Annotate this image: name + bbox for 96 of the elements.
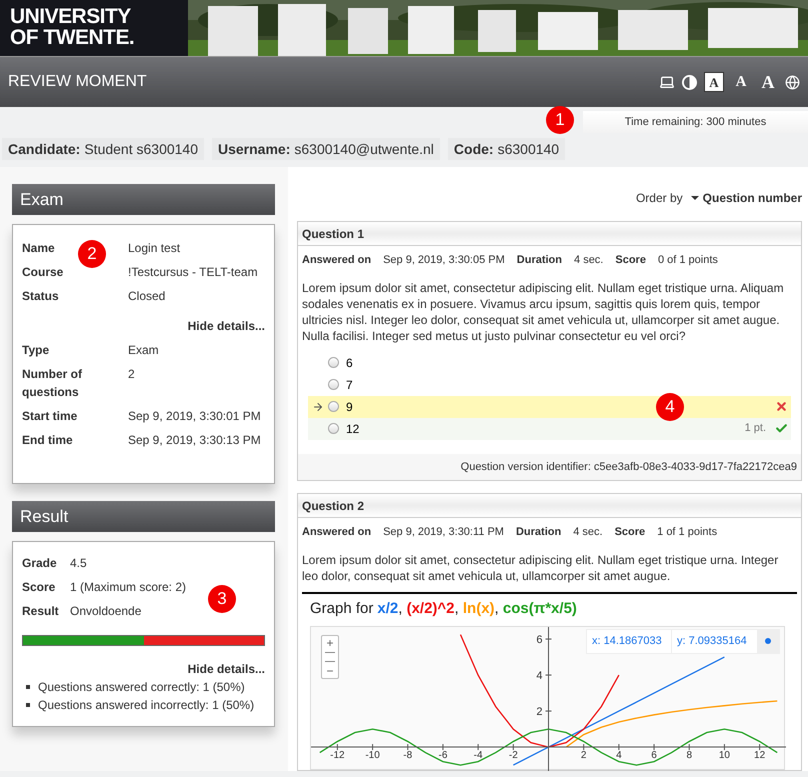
x-tick-label: -8: [403, 750, 413, 762]
cross-icon: [775, 400, 788, 413]
meta-value: 4 sec.: [573, 525, 603, 540]
hide-details-link[interactable]: Hide details...: [188, 319, 265, 333]
meta-value: Sep 9, 2019, 3:30:11 PM: [383, 525, 504, 540]
detail-value: 4.5: [70, 555, 88, 572]
meta-label: Answered on: [302, 525, 372, 540]
info-label: Username:: [218, 140, 290, 158]
bullet-icon: [26, 703, 30, 707]
globe-icon[interactable]: [785, 74, 800, 90]
option-label: 12: [346, 420, 360, 438]
meta-label: Score: [615, 253, 646, 268]
graph-title: Graph for x/2, (x/2)^2, ln(x), cos(π*x/5): [310, 598, 578, 618]
radio-button[interactable]: [328, 379, 339, 390]
x-tick-label: 8: [686, 750, 692, 762]
detail-label: Score: [22, 580, 56, 594]
info-value: s6300140: [498, 140, 560, 158]
zoom-out-button[interactable]: −: [322, 664, 338, 678]
callout-marker: 1: [546, 106, 574, 134]
university-logo: UNIVERSITY OF TWENTE.: [0, 0, 188, 56]
detail-value: Exam: [128, 342, 160, 359]
x-tick-label: 2: [580, 750, 587, 762]
zoom-in-button[interactable]: +: [322, 636, 338, 650]
meta-value: 1 of 1 points: [657, 525, 718, 540]
option-label: 6: [346, 354, 353, 372]
meta-label: Score: [614, 525, 646, 540]
panel-header: Exam: [12, 184, 275, 215]
detail-label: Type: [22, 343, 50, 357]
time-remaining: Time remaining: 300 minutes: [583, 111, 808, 133]
points-label: 1 pt.: [744, 421, 766, 436]
caret-icon: [690, 196, 699, 200]
detail-label: Result: [22, 604, 59, 618]
detail-label: Start time: [22, 409, 78, 423]
detail-label: Number of questions: [22, 367, 82, 399]
detail-value: 1 (Maximum score: 2): [70, 579, 188, 596]
meta-value: Sep 9, 2019, 3:30:05 PM: [383, 253, 505, 268]
detail-value: Closed: [128, 288, 166, 305]
bullet-icon: [26, 685, 30, 689]
arrow-icon: [312, 400, 324, 412]
y-tick-label: 6: [536, 634, 542, 646]
version-identifier: Question version identifier: c5ee3afb-08e3-4033-9d17-7fa22172cea9: [298, 454, 801, 480]
meta-value: 4 sec.: [574, 253, 604, 268]
y-coordinate: y: 7.09335164: [676, 634, 748, 649]
question-title: Question 2: [298, 494, 801, 518]
font-size-button[interactable]: A: [731, 72, 751, 92]
meta-label: Duration: [516, 253, 562, 268]
order-by-dropdown[interactable]: Question number: [690, 189, 802, 207]
option-label: 7: [346, 376, 353, 394]
detail-value: Sep 9, 2019, 3:30:01 PM: [128, 408, 262, 425]
y-tick-label: 2: [536, 706, 542, 718]
order-by-label: Order by: [636, 190, 683, 207]
x-tick-label: 12: [754, 750, 766, 762]
option-label: 9: [346, 398, 353, 416]
meta-label: Duration: [516, 525, 562, 540]
meta-label: Answered on: [302, 253, 372, 268]
contrast-icon[interactable]: [682, 74, 697, 90]
meta-value: 0 of 1 points: [658, 253, 718, 268]
check-icon: [775, 422, 788, 435]
y-tick-label: 4: [536, 670, 542, 682]
question-text: Lorem ipsum dolor sit amet, consectetur adipiscing elit. Nullam eget tristique urna. Integer leo dolor, consequat sit amet vehicula ut, ullamcorper sit amet augue.: [302, 552, 780, 584]
result-summary: Questions answered incorrectly: 1 (50%): [38, 697, 254, 714]
font-size-button[interactable]: A: [704, 72, 724, 92]
detail-label: Grade: [22, 556, 57, 570]
detail-value: Onvoldoende: [70, 603, 142, 620]
x-tick-label: -10: [365, 750, 380, 762]
laptop-icon[interactable]: [659, 74, 675, 90]
result-summary: Questions answered correctly: 1 (50%): [38, 679, 245, 696]
x-tick-label: -6: [438, 750, 448, 762]
page-title: REVIEW MOMENT: [8, 72, 148, 92]
x-tick-label: 6: [651, 750, 658, 762]
detail-value: Sep 9, 2019, 3:30:13 PM: [128, 432, 262, 449]
detail-value: Login test: [128, 240, 182, 257]
x-tick-label: -4: [474, 750, 484, 762]
detail-value: !Testcursus - TELT-team: [128, 264, 259, 281]
info-label: Candidate:: [8, 140, 80, 158]
question-text: Lorem ipsum dolor sit amet, consectetur adipiscing elit. Nullam eget tristique urna. Aliquam sodales venenatis ex in posuere. Vivamus arcu ipsum, sagittis quis lorem quis, tempor ultricies nisl. Integer leo dolor, consequat sit amet vehicula ut, ullamcorper sit amet augue. Nulla facilisi. Integer sed metus ut justo pulvinar consectetur eu vel orci?: [302, 280, 785, 344]
x-tick-label: 10: [718, 750, 730, 762]
detail-label: End time: [22, 433, 73, 447]
info-label: Code:: [454, 140, 494, 158]
panel-header: Result: [12, 501, 275, 532]
radio-button[interactable]: [328, 357, 339, 368]
info-value: s6300140@utwente.nl: [294, 140, 434, 158]
detail-label: Course: [22, 265, 64, 279]
info-value: Student s6300140: [84, 140, 198, 158]
detail-value: 2: [128, 366, 136, 383]
radio-button[interactable]: [328, 401, 339, 412]
detail-label: Name: [22, 241, 55, 255]
x-tick-label: 4: [616, 750, 622, 762]
detail-label: Status: [22, 289, 59, 303]
font-size-button[interactable]: A: [758, 72, 778, 92]
radio-button[interactable]: [328, 423, 339, 434]
hide-details-link[interactable]: Hide details...: [188, 662, 265, 676]
x-tick-label: -12: [330, 750, 346, 762]
question-title: Question 1: [298, 222, 801, 246]
x-tick-label: -2: [508, 750, 518, 762]
x-coordinate: x: 14.1867033: [587, 630, 672, 652]
